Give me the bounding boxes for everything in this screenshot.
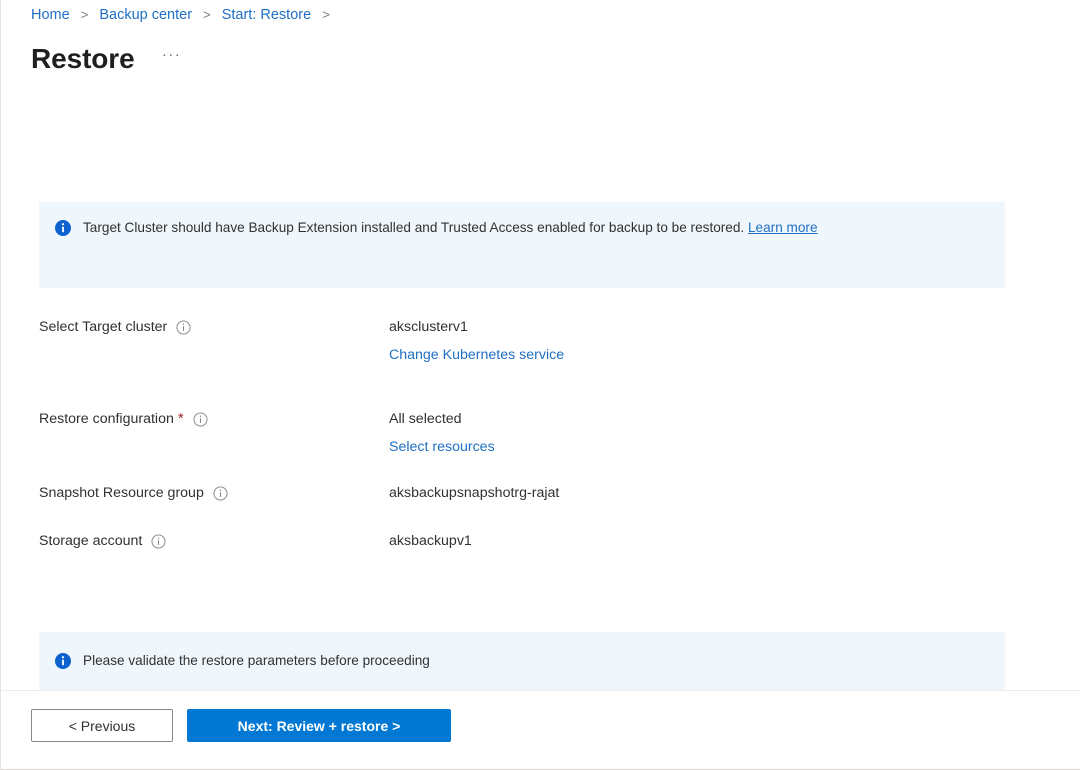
footer-button-group: < Previous Next: Review + restore > xyxy=(31,709,451,742)
info-banner-target-cluster: Target Cluster should have Backup Extens… xyxy=(39,202,1005,288)
snapshot-resource-group-value: aksbackupsnapshotrg-rajat xyxy=(389,483,1005,503)
field-label-storage-account: Storage account xyxy=(39,529,389,551)
info-banner-text: Target Cluster should have Backup Extens… xyxy=(83,218,818,238)
field-label-snapshot-resource-group: Snapshot Resource group xyxy=(39,481,389,503)
previous-button[interactable]: < Previous xyxy=(31,709,173,742)
breadcrumb-separator: > xyxy=(81,7,89,22)
field-value-select-target-cluster: aksclusterv1 Change Kubernetes service xyxy=(389,315,1005,365)
wizard-footer: < Previous Next: Review + restore > xyxy=(1,691,1080,770)
restore-configuration-value: All selected xyxy=(389,409,1005,429)
breadcrumb: Home > Backup center > Start: Restore > xyxy=(31,5,337,25)
change-kubernetes-service-link[interactable]: Change Kubernetes service xyxy=(389,345,1005,365)
form-row-storage-account: Storage account aksbackupv1 xyxy=(39,529,1005,577)
form-row-restore-configuration: Restore configuration * All selected Sel… xyxy=(39,407,1005,481)
more-options-icon[interactable]: ··· xyxy=(159,44,185,74)
breadcrumb-item-start-restore[interactable]: Start: Restore xyxy=(222,7,311,23)
next-review-restore-button[interactable]: Next: Review + restore > xyxy=(187,709,451,742)
field-label-select-target-cluster: Select Target cluster xyxy=(39,315,389,337)
field-value-snapshot-resource-group: aksbackupsnapshotrg-rajat xyxy=(389,481,1005,503)
info-icon xyxy=(55,653,71,669)
info-banner-text: Please validate the restore parameters b… xyxy=(83,651,430,671)
info-icon[interactable] xyxy=(176,320,191,335)
storage-account-value: aksbackupv1 xyxy=(389,531,1005,551)
info-icon[interactable] xyxy=(193,412,208,427)
page-header: Restore ··· xyxy=(31,42,185,76)
info-icon[interactable] xyxy=(151,534,166,549)
info-banner-validate: Please validate the restore parameters b… xyxy=(39,632,1005,690)
required-indicator: * xyxy=(178,412,184,426)
form-row-snapshot-resource-group: Snapshot Resource group aksbackupsnapsho… xyxy=(39,481,1005,529)
breadcrumb-separator: > xyxy=(203,7,211,22)
field-label-text: Snapshot Resource group xyxy=(39,483,204,503)
info-banner-message: Target Cluster should have Backup Extens… xyxy=(83,220,744,235)
breadcrumb-item-home[interactable]: Home xyxy=(31,7,70,23)
field-value-storage-account: aksbackupv1 xyxy=(389,529,1005,551)
breadcrumb-separator-trailing: > xyxy=(322,7,330,22)
field-label-text: Storage account xyxy=(39,531,142,551)
select-resources-link[interactable]: Select resources xyxy=(389,437,1005,457)
field-label-restore-configuration: Restore configuration * xyxy=(39,407,389,429)
learn-more-link[interactable]: Learn more xyxy=(748,220,818,235)
field-label-text: Select Target cluster xyxy=(39,317,167,337)
restore-blade: Home > Backup center > Start: Restore > … xyxy=(0,0,1080,770)
restore-form: Select Target cluster aksclusterv1 Chang… xyxy=(39,315,1005,577)
info-icon xyxy=(55,220,71,236)
info-icon[interactable] xyxy=(213,486,228,501)
page-title: Restore xyxy=(31,42,135,76)
field-label-text: Restore configuration xyxy=(39,409,174,429)
field-value-restore-configuration: All selected Select resources xyxy=(389,407,1005,457)
target-cluster-value: aksclusterv1 xyxy=(389,317,1005,337)
breadcrumb-item-backup-center[interactable]: Backup center xyxy=(99,7,192,23)
form-row-select-target-cluster: Select Target cluster aksclusterv1 Chang… xyxy=(39,315,1005,407)
